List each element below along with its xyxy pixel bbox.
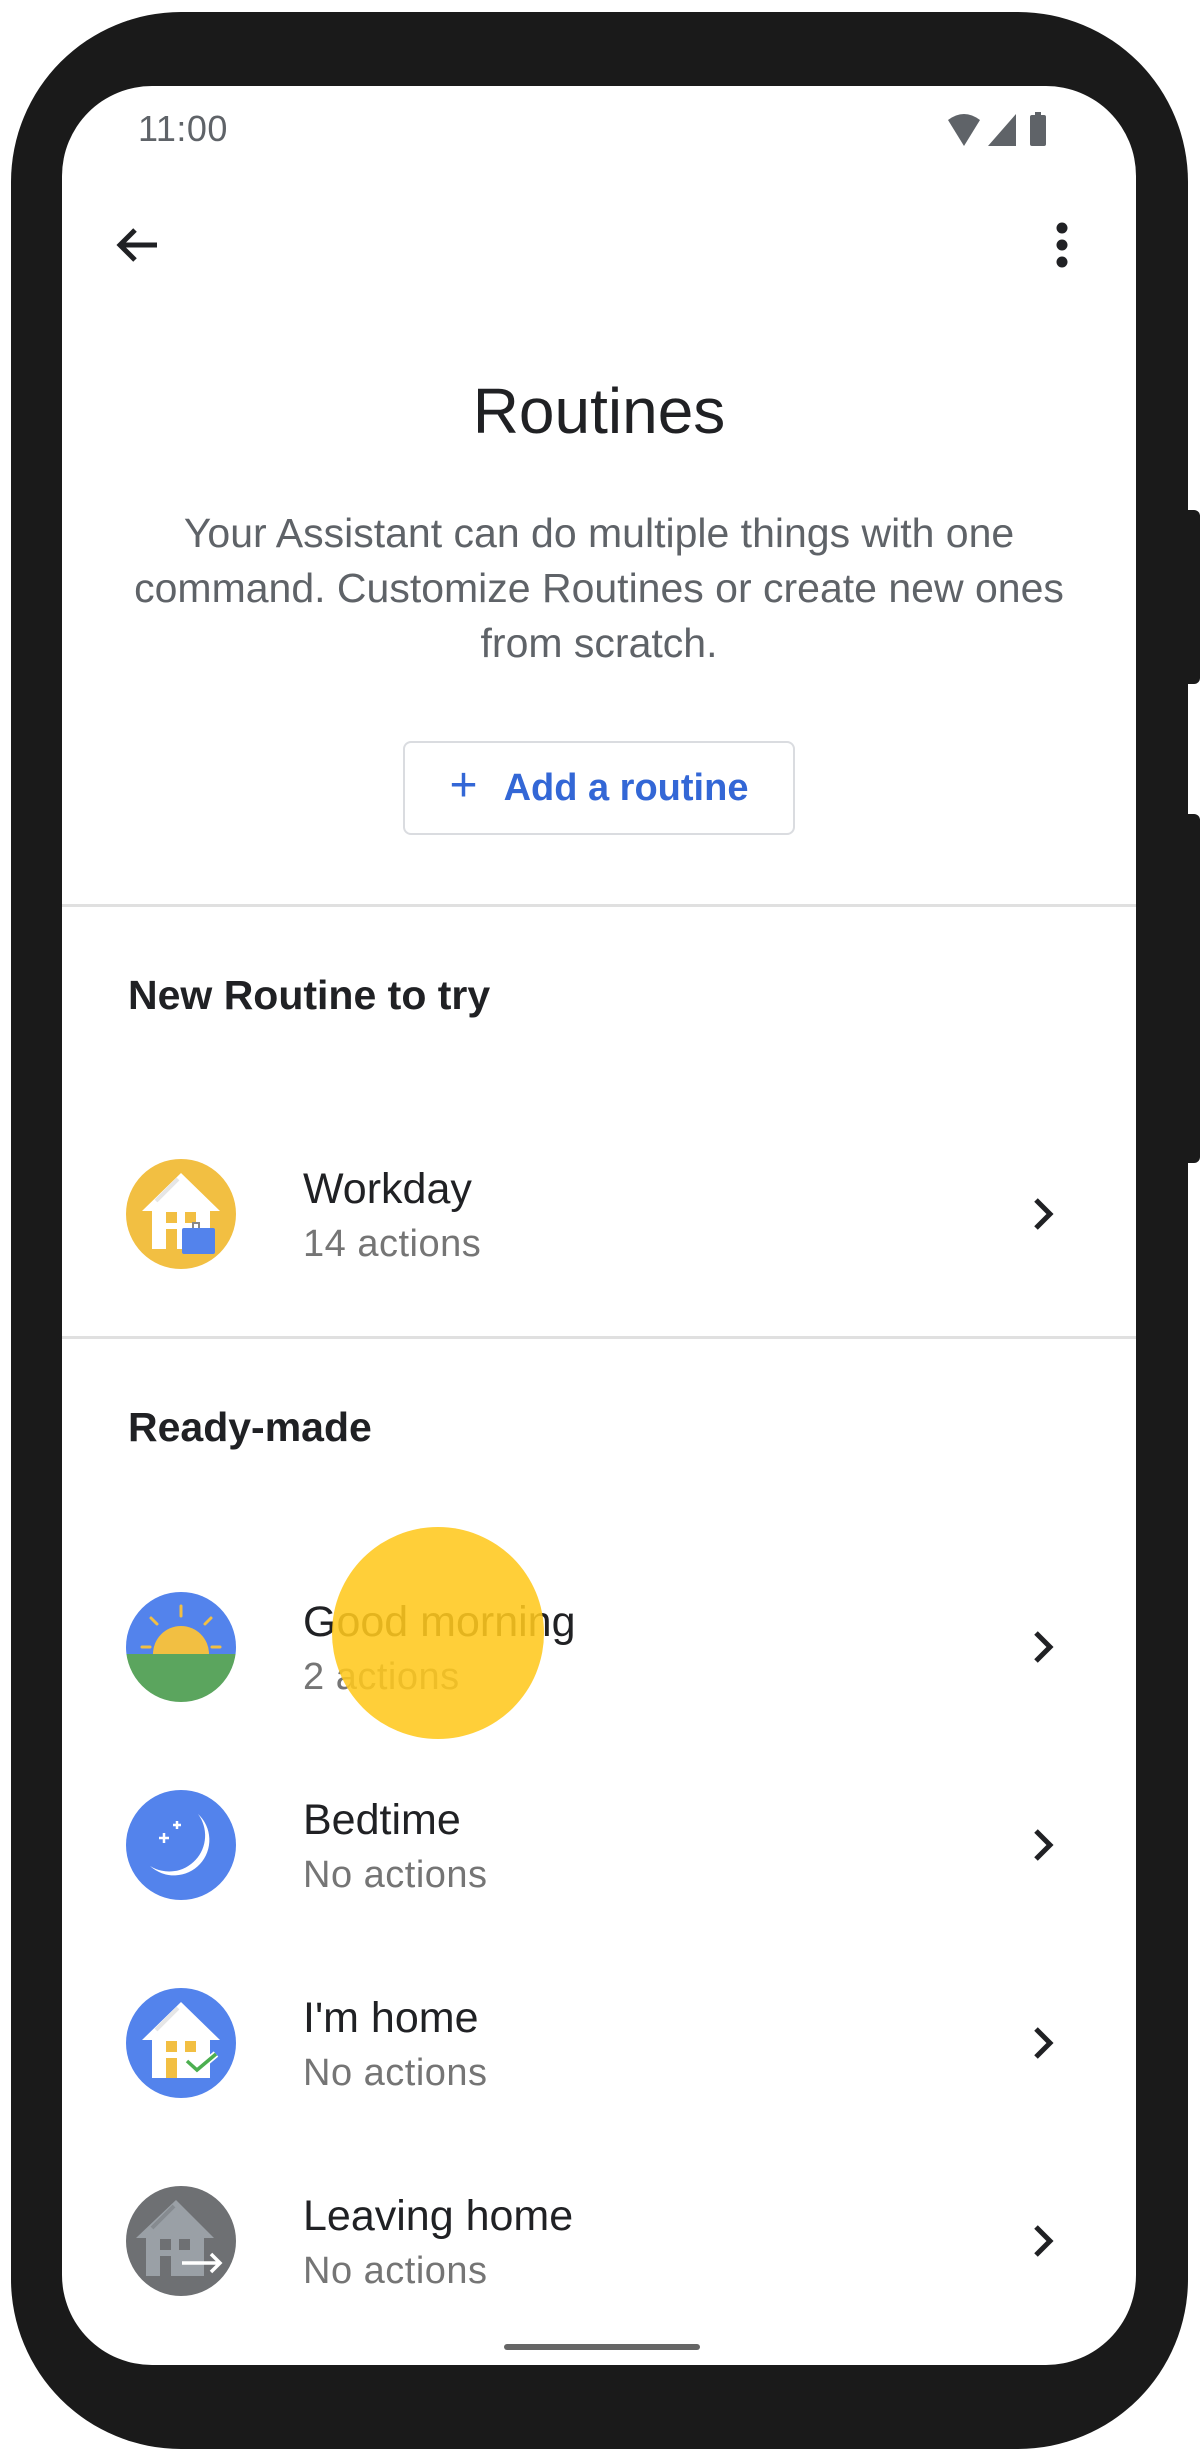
routine-title: I'm home [303, 1994, 479, 2042]
routine-subtitle: No actions [303, 2052, 488, 2094]
arrow-back-icon [116, 228, 157, 262]
chevron-right-icon [1034, 1631, 1054, 1663]
sunrise-icon [126, 1592, 236, 1702]
workday-house-briefcase-icon [126, 1159, 236, 1269]
section-heading-ready-made: Ready-made [128, 1404, 372, 1450]
touch-indicator [332, 1527, 544, 1739]
routine-subtitle: No actions [303, 2250, 488, 2292]
divider [62, 904, 1136, 907]
more-options-button[interactable] [1022, 205, 1102, 285]
status-time: 11:00 [138, 108, 228, 149]
back-button[interactable] [97, 205, 177, 285]
power-button [1184, 510, 1200, 684]
routine-subtitle: No actions [303, 1854, 488, 1896]
section-heading-new-routine: New Routine to try [128, 972, 491, 1018]
routine-subtitle: 14 actions [303, 1223, 482, 1265]
moon-stars-icon [126, 1790, 236, 1900]
chevron-right-icon [1034, 1198, 1054, 1230]
chevron-right-icon [1034, 2027, 1054, 2059]
divider [62, 1336, 1136, 1339]
screen: 11:00 Routines Your Assistant can do mul… [62, 86, 1136, 2365]
home-indicator[interactable] [504, 2344, 700, 2350]
page-title: Routines [472, 375, 726, 447]
chevron-right-icon [1034, 2225, 1054, 2257]
cell-signal-icon [988, 114, 1016, 146]
routine-item-workday[interactable]: Workday 14 actions [62, 1119, 1136, 1309]
battery-icon [1030, 112, 1046, 146]
plus-icon: + [449, 759, 478, 812]
volume-button [1184, 814, 1200, 1163]
add-routine-label: Add a routine [503, 766, 749, 809]
chevron-right-icon [1034, 1829, 1054, 1861]
routine-item-bedtime[interactable]: Bedtime No actions [62, 1750, 1136, 1940]
more-vert-icon [1056, 222, 1068, 268]
routine-title: Workday [303, 1165, 472, 1213]
routine-title: Bedtime [303, 1796, 461, 1844]
routine-title: Leaving home [303, 2192, 574, 2240]
routine-item-leaving-home[interactable]: Leaving home No actions [62, 2146, 1136, 2336]
wifi-icon [948, 114, 980, 146]
status-icons [946, 112, 1066, 148]
house-leave-icon [126, 2186, 236, 2296]
page-description: Your Assistant can do multiple things wi… [134, 510, 1064, 666]
house-check-icon [126, 1988, 236, 2098]
routine-item-good-morning[interactable]: Good morning 2 actions [62, 1552, 1136, 1742]
add-routine-button[interactable]: + Add a routine [403, 741, 795, 835]
routine-item-im-home[interactable]: I'm home No actions [62, 1948, 1136, 2138]
